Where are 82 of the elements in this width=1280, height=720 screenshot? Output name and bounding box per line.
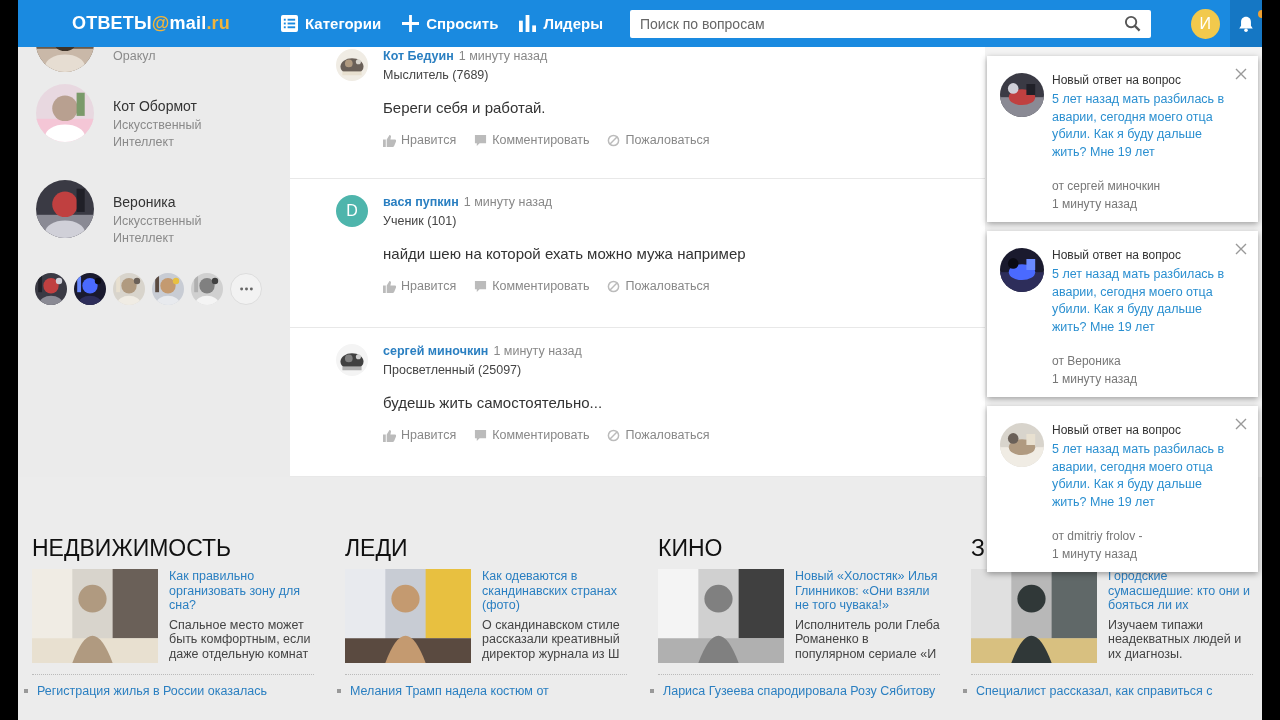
leader-rank: Оракул — [113, 48, 157, 65]
answer-time: 1 минуту назад — [493, 344, 582, 358]
leader-name[interactable]: Вероника — [113, 194, 223, 210]
answer-action[interactable]: Комментировать — [474, 279, 590, 293]
close-icon[interactable] — [1235, 243, 1247, 255]
search-field[interactable]: Поиск по вопросам — [629, 9, 1151, 38]
bullet-icon — [24, 689, 28, 693]
news-description: О скандинавском стиле рассказали креативный директор журнала из Ш — [482, 617, 621, 661]
leader-name[interactable]: Кот Обормот — [113, 98, 223, 114]
answer-action[interactable]: Нравится — [383, 428, 457, 442]
bullet-icon — [650, 689, 654, 693]
nav-link[interactable]: Лидеры — [519, 15, 603, 32]
notification-sender: от сергей миночкин — [1052, 179, 1162, 193]
answer-time: 1 минуту назад — [463, 195, 553, 209]
leader-rank: Искусственный Интеллект — [113, 117, 203, 151]
block-icon — [607, 133, 621, 147]
notification-sender: от dmitriy frolov - — [1052, 529, 1144, 543]
notifications-button[interactable] — [1229, 0, 1262, 47]
question-link[interactable]: 5 лет назад мать разбилась в аварии, сегодня моего отца убили. Как я буду дальше жить? Мне 19 лет — [1052, 266, 1234, 336]
list-icon — [281, 15, 299, 32]
block-icon — [607, 279, 621, 293]
news-link[interactable]: Лариса Гузеева спародировала Розу Сябитову — [663, 684, 936, 698]
answer-time: 1 минуту назад — [458, 49, 548, 63]
comment-icon — [474, 279, 488, 293]
notification-time: 1 минуту назад — [1052, 197, 1138, 211]
bar-chart-icon — [519, 15, 537, 32]
notification-title: Новый ответ на вопрос — [1052, 248, 1183, 262]
bullet-icon — [337, 689, 341, 693]
answer-action[interactable]: Нравится — [383, 133, 457, 147]
close-icon[interactable] — [1235, 68, 1247, 80]
notification-time: 1 минуту назад — [1052, 372, 1138, 386]
thumbs-up-icon — [383, 428, 396, 442]
author-rank: Ученик (101) — [383, 214, 458, 228]
answer-action[interactable]: Пожаловаться — [607, 279, 710, 293]
news-headline[interactable]: Городские сумасшедшие: кто они и бояться ли их — [1108, 569, 1253, 613]
answer-action[interactable]: Комментировать — [474, 133, 590, 147]
news-description: Спальное место может быть комфортным, если даже отдельную комнат — [169, 617, 312, 661]
bell-icon — [1236, 14, 1255, 33]
author-link[interactable]: сергей миночкин — [383, 344, 489, 358]
news-headline[interactable]: Как правильно организовать зону для сна? — [169, 569, 314, 613]
news-link[interactable]: Регистрация жилья в России оказалась — [37, 684, 267, 698]
answer-action[interactable]: Нравится — [383, 279, 457, 293]
plus-icon — [402, 15, 420, 32]
notification-time: 1 минуту назад — [1052, 547, 1138, 561]
section-heading[interactable]: КИНО — [658, 535, 971, 569]
news-headline[interactable]: Новый «Холостяк» Илья Глинников: «Они взяли не того чувака!» — [795, 569, 940, 613]
bullet-icon — [963, 689, 967, 693]
thumbs-up-icon — [383, 133, 396, 147]
author-link[interactable]: вася пупкин — [383, 195, 459, 209]
site-logo[interactable]: ОТВЕТЫ@mail.ru — [72, 13, 231, 34]
notification-title: Новый ответ на вопрос — [1052, 73, 1183, 87]
news-description: Исполнитель роли Глеба Романенко в популярном сериале «И — [795, 617, 940, 661]
notification-sender: от Вероника — [1052, 354, 1122, 368]
news-link[interactable]: Специалист рассказал, как справиться с — [976, 684, 1213, 698]
answer-text: будешь жить самостоятельно... — [383, 394, 604, 411]
leader-rank: Искусственный Интеллект — [113, 213, 203, 247]
notification-title: Новый ответ на вопрос — [1052, 423, 1183, 437]
question-link[interactable]: 5 лет назад мать разбилась в аварии, сегодня моего отца убили. Как я буду дальше жить? Мне 19 лет — [1052, 441, 1234, 511]
answer-action[interactable]: Пожаловаться — [607, 428, 710, 442]
author-avatar[interactable]: D — [336, 195, 368, 227]
close-icon[interactable] — [1235, 418, 1247, 430]
news-headline[interactable]: Как одеваются в скандинавских странах (фото) — [482, 569, 627, 613]
news-link[interactable]: Мелания Трамп надела костюм от — [350, 684, 549, 698]
comment-icon — [474, 133, 488, 147]
answer-text: найди шею на которой ехать можно мужа например — [383, 245, 746, 262]
answer-action[interactable]: Пожаловаться — [607, 133, 710, 147]
news-description: Изучаем типажи неадекватных людей и их диагнозы. — [1108, 617, 1243, 661]
author-link[interactable]: Кот Бедуин — [383, 49, 454, 63]
section-heading[interactable]: ЛЕДИ — [345, 535, 658, 569]
answer-action[interactable]: Комментировать — [474, 428, 590, 442]
search-icon[interactable] — [1123, 14, 1141, 32]
question-link[interactable]: 5 лет назад мать разбилась в аварии, сегодня моего отца убили. Как я буду дальше жить? Мне 19 лет — [1052, 91, 1234, 161]
author-rank: Мыслитель (7689) — [383, 68, 490, 82]
author-rank: Просветленный (25097) — [383, 363, 523, 377]
comment-icon — [474, 428, 488, 442]
answer-text: Береги себя и работай. — [383, 99, 547, 116]
more-icon — [239, 287, 253, 291]
thumbs-up-icon — [383, 279, 396, 293]
section-heading[interactable]: НЕДВИЖИМОСТЬ — [32, 535, 345, 569]
nav-link[interactable]: Спросить — [402, 15, 499, 32]
block-icon — [607, 428, 621, 442]
nav-link[interactable]: Категории — [281, 15, 382, 32]
